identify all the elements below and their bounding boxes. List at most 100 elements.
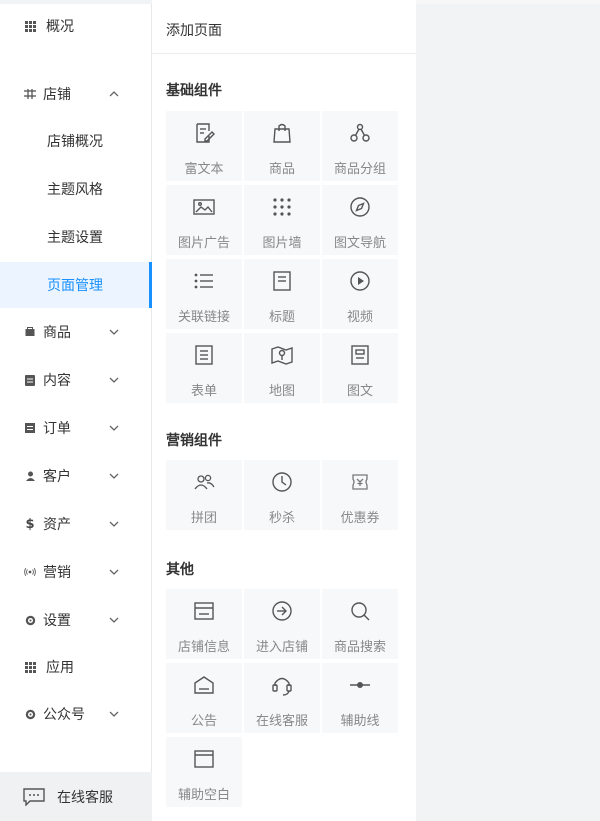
component-notice[interactable]: 公告 bbox=[166, 663, 242, 733]
component-enter-store[interactable]: 进入店铺 bbox=[244, 589, 320, 659]
sidebar-sub-label: 店铺概况 bbox=[47, 134, 103, 150]
chevron-down-icon bbox=[109, 617, 119, 623]
chevron-down-icon bbox=[109, 425, 119, 431]
chevron-down-icon bbox=[109, 329, 119, 335]
component-image-ad[interactable]: 图片广告 bbox=[166, 185, 242, 255]
sidebar-item-store[interactable]: 店铺 bbox=[0, 70, 151, 118]
chevron-down-icon bbox=[109, 569, 119, 575]
chat-icon bbox=[22, 788, 46, 810]
broadcast-icon bbox=[24, 566, 36, 578]
content-icon bbox=[24, 374, 36, 386]
sidebar-item-label: 商品 bbox=[43, 325, 71, 341]
component-blank[interactable]: 辅助空白 bbox=[166, 737, 242, 807]
component-label: 拼团 bbox=[190, 511, 217, 526]
grid-icon bbox=[24, 20, 36, 32]
online-service-label: 在线客服 bbox=[57, 789, 113, 806]
bag-icon bbox=[273, 123, 291, 143]
play-icon bbox=[350, 271, 370, 291]
sidebar-item-apps[interactable]: 应用 bbox=[0, 643, 151, 691]
component-label: 视频 bbox=[346, 310, 373, 325]
sidebar-sub-label: 页面管理 bbox=[47, 278, 103, 294]
headset-icon bbox=[272, 677, 292, 696]
sidebar-item-marketing[interactable]: 营销 bbox=[0, 548, 151, 596]
preview-top-strip bbox=[416, 0, 600, 4]
component-image-wall[interactable]: 图片墙 bbox=[244, 185, 320, 255]
component-label: 地图 bbox=[268, 384, 295, 399]
title-icon bbox=[273, 271, 291, 291]
chevron-down-icon bbox=[109, 521, 119, 527]
gear-icon bbox=[24, 708, 36, 720]
online-service-button[interactable]: 在线客服 bbox=[0, 772, 152, 821]
component-label: 秒杀 bbox=[268, 511, 295, 526]
panel-header: 添加页面 bbox=[152, 4, 416, 54]
component-label: 在线客服 bbox=[255, 714, 308, 729]
sidebar-item-label: 营销 bbox=[43, 565, 71, 581]
sidebar-item-customers[interactable]: 客户 bbox=[0, 452, 151, 500]
component-label: 表单 bbox=[190, 384, 217, 399]
component-title[interactable]: 标题 bbox=[244, 259, 320, 329]
component-store-info[interactable]: 店铺信息 bbox=[166, 589, 242, 659]
component-goods-group[interactable]: 商品分组 bbox=[322, 111, 398, 181]
component-related-links[interactable]: 关联链接 bbox=[166, 259, 242, 329]
rich-text-icon bbox=[196, 123, 215, 143]
chevron-down-icon bbox=[109, 711, 119, 717]
component-label: 图文 bbox=[346, 384, 373, 399]
component-label: 公告 bbox=[190, 714, 217, 729]
sidebar-item-label: 内容 bbox=[43, 373, 71, 389]
sidebar-item-orders[interactable]: 订单 bbox=[0, 404, 151, 452]
sidebar: 概况 店铺 店铺概况 主题风格 主题设置 页面管理 商品 内容 订单 客户 $ … bbox=[0, 0, 152, 821]
component-image-nav[interactable]: 图文导航 bbox=[322, 185, 398, 255]
chevron-down-icon bbox=[109, 377, 119, 383]
image-icon bbox=[193, 199, 215, 215]
component-article[interactable]: 图文 bbox=[322, 333, 398, 403]
sidebar-item-label: 资产 bbox=[43, 517, 71, 533]
sidebar-item-label: 设置 bbox=[43, 613, 71, 629]
sidebar-sub-page-management[interactable]: 页面管理 bbox=[0, 262, 152, 308]
notice-icon bbox=[194, 676, 214, 694]
component-form[interactable]: 表单 bbox=[166, 333, 242, 403]
component-label: 图文导航 bbox=[333, 236, 386, 251]
group-icon bbox=[350, 123, 370, 142]
sidebar-item-assets[interactable]: $ 资产 bbox=[0, 500, 151, 548]
component-rich-text[interactable]: 富文本 bbox=[166, 111, 242, 181]
sidebar-sub-label: 主题设置 bbox=[47, 230, 103, 246]
sidebar-sub-store-overview[interactable]: 店铺概况 bbox=[0, 118, 151, 164]
grid-dots-icon bbox=[273, 198, 291, 216]
sidebar-item-label: 应用 bbox=[46, 660, 74, 676]
store-icon bbox=[24, 88, 36, 100]
clock-icon bbox=[272, 472, 292, 492]
sidebar-item-goods[interactable]: 商品 bbox=[0, 308, 151, 356]
component-goods-search[interactable]: 商品搜索 bbox=[322, 589, 398, 659]
component-video[interactable]: 视频 bbox=[322, 259, 398, 329]
user-icon bbox=[24, 470, 36, 482]
chevron-down-icon bbox=[109, 473, 119, 479]
sidebar-item-label: 公众号 bbox=[43, 707, 85, 723]
form-icon bbox=[195, 345, 213, 365]
sidebar-sub-label: 主题风格 bbox=[47, 182, 103, 198]
component-label: 辅助线 bbox=[340, 714, 380, 729]
panel-title: 添加页面 bbox=[166, 23, 222, 39]
component-map[interactable]: 地图 bbox=[244, 333, 320, 403]
sidebar-item-overview[interactable]: 概况 bbox=[0, 2, 151, 50]
sidebar-item-content[interactable]: 内容 bbox=[0, 356, 151, 404]
sidebar-item-settings[interactable]: 设置 bbox=[0, 596, 151, 644]
sidebar-sub-theme-settings[interactable]: 主题设置 bbox=[0, 214, 151, 260]
search-icon bbox=[351, 602, 370, 621]
group-title-other: 其他 bbox=[166, 562, 194, 578]
sidebar-item-label: 客户 bbox=[43, 469, 71, 485]
component-online-service[interactable]: 在线客服 bbox=[244, 663, 320, 733]
component-label: 店铺信息 bbox=[177, 640, 230, 655]
gear-icon bbox=[24, 614, 36, 626]
blank-icon bbox=[194, 750, 214, 768]
component-goods[interactable]: 商品 bbox=[244, 111, 320, 181]
component-flash-sale[interactable]: 秒杀 bbox=[244, 460, 320, 530]
list-icon bbox=[194, 273, 213, 289]
sidebar-item-official-account[interactable]: 公众号 bbox=[0, 690, 151, 738]
component-label: 关联链接 bbox=[177, 310, 230, 325]
component-label: 富文本 bbox=[184, 162, 224, 177]
sidebar-sub-theme-style[interactable]: 主题风格 bbox=[0, 166, 151, 212]
group-buy-icon bbox=[194, 474, 215, 490]
component-divider[interactable]: 辅助线 bbox=[322, 663, 398, 733]
component-coupon[interactable]: 优惠券 bbox=[322, 460, 398, 530]
component-group-buy[interactable]: 拼团 bbox=[166, 460, 242, 530]
